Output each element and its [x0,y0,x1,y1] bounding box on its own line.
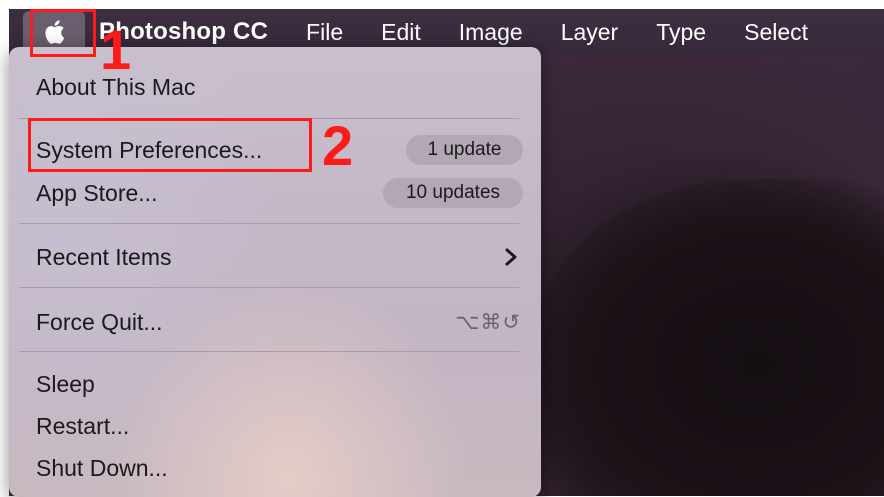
menu-item-force-quit[interactable]: Force Quit... ⌥⌘↺ [9,302,541,342]
menu-separator [19,351,519,352]
menu-item-sleep[interactable]: Sleep [9,364,541,404]
background-photo [529,179,884,496]
menu-edit[interactable]: Edit [381,19,421,46]
menu-item-restart[interactable]: Restart... [9,406,541,446]
menu-item-label: Force Quit... [36,308,163,335]
menu-separator [19,223,519,224]
menu-type[interactable]: Type [656,19,706,46]
menu-item-label: Recent Items [36,243,172,270]
menu-image[interactable]: Image [459,19,523,46]
step1-highlight-box [30,9,96,57]
menu-select[interactable]: Select [744,19,808,46]
menu-item-recent-items[interactable]: Recent Items [9,237,541,277]
keyboard-shortcut: ⌥⌘↺ [455,310,521,334]
menu-item-label: Sleep [36,370,95,397]
menu-item-label: Restart... [36,412,130,439]
step2-highlight-box [28,118,312,172]
menu-item-shut-down[interactable]: Shut Down... [9,448,541,488]
menu-file[interactable]: File [306,19,343,46]
update-badge: 1 update [406,135,523,165]
menu-separator [19,287,519,288]
menu-item-app-store[interactable]: App Store... 10 updates [9,173,541,213]
menu-layer[interactable]: Layer [561,19,619,46]
chevron-right-icon [505,248,517,266]
step1-marker: 1 [100,18,132,81]
apple-dropdown-menu: About This Mac System Preferences... 1 u… [9,47,541,497]
menu-item-about[interactable]: About This Mac [9,67,541,107]
step2-marker: 2 [322,114,354,177]
menu-item-label: App Store... [36,179,158,206]
update-badge: 10 updates [383,178,523,208]
menu-item-label: Shut Down... [36,454,168,481]
